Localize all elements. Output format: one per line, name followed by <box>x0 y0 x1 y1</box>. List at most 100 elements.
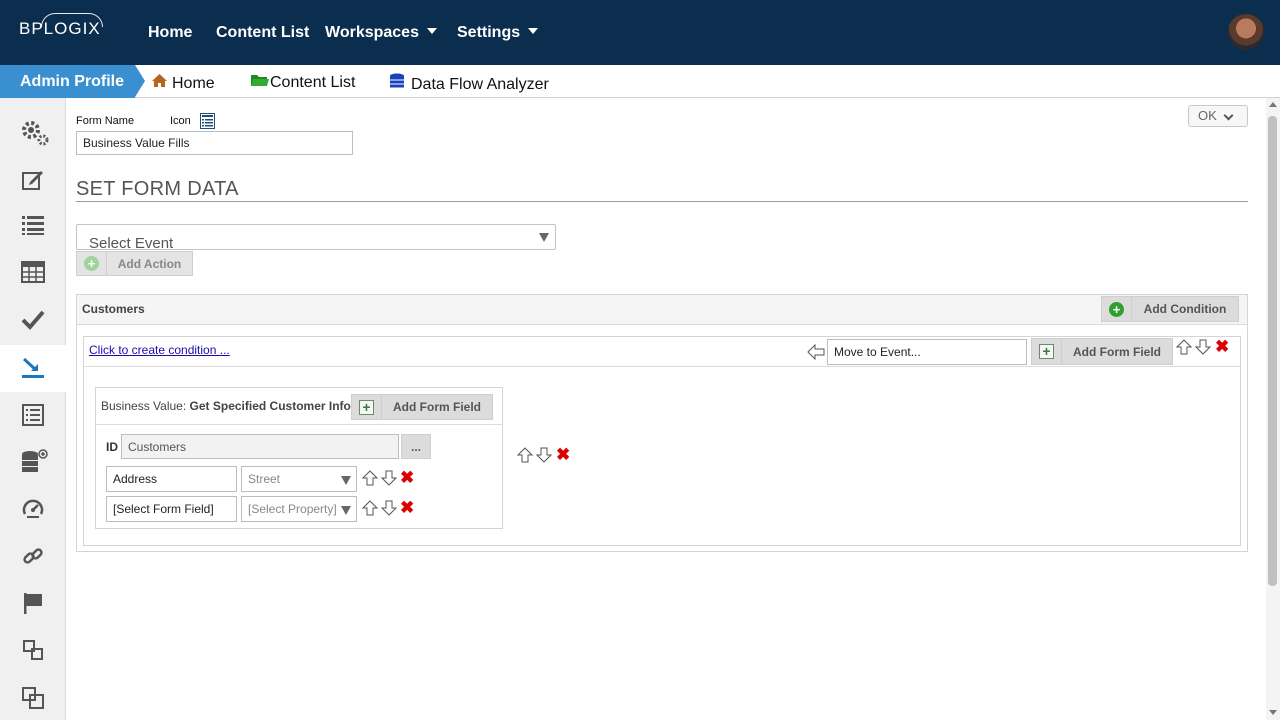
create-condition-link[interactable]: Click to create condition ... <box>89 343 230 357</box>
breadcrumb-data-flow-label: Data Flow Analyzer <box>411 76 549 93</box>
bv-move-down-arrow-icon[interactable] <box>535 447 553 463</box>
logo-arc <box>41 13 103 27</box>
nav-workspaces[interactable]: Workspaces <box>325 24 437 42</box>
nav-settings[interactable]: Settings <box>457 24 539 42</box>
delete-x-icon[interactable]: ✖ <box>1215 338 1229 355</box>
dropdown-arrow-icon <box>539 233 549 242</box>
admin-profile-tab[interactable]: Admin Profile <box>0 65 145 98</box>
row-move-down-arrow-icon[interactable] <box>380 470 398 486</box>
admin-profile-label: Admin Profile <box>20 73 125 90</box>
field-address-value: Address <box>113 472 158 486</box>
bplogix-logo[interactable]: BPLOGIX <box>19 13 103 39</box>
add-form-field-label: Add Form Field <box>1073 344 1161 359</box>
business-value-name: Get Specified Customer Info <box>189 399 351 413</box>
add-condition-button[interactable]: + Add Condition <box>1101 296 1239 322</box>
select-event-placeholder: Select Event <box>89 235 174 250</box>
plus-circle-icon: + <box>1109 301 1124 317</box>
business-value-title: Business Value: Get Specified Customer I… <box>101 399 351 413</box>
add-action-button[interactable]: + Add Action <box>76 251 193 276</box>
link-icon[interactable] <box>20 544 46 570</box>
form-name-input[interactable]: Business Value Fills <box>76 131 353 155</box>
database-icon <box>389 73 405 94</box>
add-condition-label: Add Condition <box>1143 302 1227 316</box>
add-action-icon-box: + <box>77 252 107 275</box>
chevron-down-icon <box>426 27 437 34</box>
row-move-down-arrow-icon[interactable] <box>380 500 398 516</box>
property-street-value: Street <box>248 472 281 486</box>
browse-button-label: ... <box>410 439 421 454</box>
field-select-form-field[interactable]: [Select Form Field] <box>106 496 237 522</box>
top-navigation-bar: BPLOGIX Home Content List Workspaces Set… <box>0 0 1280 65</box>
sidebar <box>0 98 66 720</box>
scroll-up-arrow-icon[interactable] <box>1269 102 1277 107</box>
plus-box-icon: + <box>1039 344 1054 359</box>
plus-circle-icon: + <box>84 256 99 271</box>
id-label: ID <box>106 440 118 454</box>
add-condition-icon-box: + <box>1102 297 1132 321</box>
move-up-arrow-icon[interactable] <box>1175 339 1193 355</box>
nav-home-label: Home <box>148 24 193 41</box>
list-icon[interactable] <box>20 214 46 240</box>
scroll-thumb[interactable] <box>1268 116 1277 586</box>
flag-icon[interactable] <box>20 591 46 617</box>
move-to-event-input[interactable]: Move to Event... <box>827 339 1027 365</box>
add-form-field-button[interactable]: + Add Form Field <box>1031 338 1173 365</box>
property-select-street[interactable]: Street <box>241 466 357 492</box>
nav-home[interactable]: Home <box>148 24 192 42</box>
property-select-property[interactable]: [Select Property] <box>241 496 357 522</box>
move-to-event-placeholder: Move to Event... <box>834 345 921 359</box>
move-down-arrow-icon[interactable] <box>1194 339 1212 355</box>
vertical-scrollbar[interactable] <box>1266 98 1280 720</box>
dashboard-icon[interactable] <box>20 497 46 523</box>
bv-add-form-field-icon-box: + <box>352 395 382 419</box>
database-add-icon[interactable] <box>20 449 48 475</box>
select-event-dropdown[interactable]: Select Event <box>76 224 556 250</box>
breadcrumb-content-list-label: Content List <box>270 74 356 91</box>
dropdown-arrow-icon <box>341 476 351 485</box>
bv-add-form-field-button[interactable]: + Add Form Field <box>351 394 493 420</box>
scroll-down-arrow-icon[interactable] <box>1269 710 1277 715</box>
bv-delete-x-icon[interactable]: ✖ <box>556 446 570 463</box>
user-avatar[interactable] <box>1226 12 1266 52</box>
home-icon <box>151 73 168 93</box>
chevron-down-icon <box>1223 110 1234 121</box>
page-title: SET FORM DATA <box>76 178 239 200</box>
breadcrumb-home[interactable]: Home <box>151 73 215 93</box>
breadcrumb: Admin Profile Home Content List Data Flo… <box>0 65 1280 98</box>
split-icon[interactable] <box>20 638 46 664</box>
edit-icon[interactable] <box>20 168 46 194</box>
row-move-up-arrow-icon[interactable] <box>361 470 379 486</box>
form-name-value: Business Value Fills <box>83 136 190 150</box>
field-select-address[interactable]: Address <box>106 466 237 492</box>
add-action-label: Add Action <box>117 256 182 271</box>
import-icon[interactable] <box>20 356 46 382</box>
id-value: Customers <box>128 439 187 454</box>
plus-box-icon: + <box>359 399 374 415</box>
section-divider <box>76 201 1248 202</box>
table-icon[interactable] <box>20 260 46 286</box>
add-form-field-icon-box: + <box>1032 339 1062 364</box>
form-name-label: Form Name <box>76 115 135 127</box>
copy-icon[interactable] <box>20 686 46 712</box>
breadcrumb-content-list[interactable]: Content List <box>250 73 355 92</box>
condition-divider <box>84 366 1240 367</box>
business-value-divider <box>96 424 502 425</box>
row-delete-x-icon[interactable]: ✖ <box>400 469 414 486</box>
nav-content-list-label: Content List <box>216 24 310 41</box>
row-delete-x-icon[interactable]: ✖ <box>400 499 414 516</box>
id-input[interactable]: Customers <box>121 434 399 459</box>
chevron-down-icon <box>528 27 539 34</box>
bv-move-up-arrow-icon[interactable] <box>516 447 534 463</box>
field-select-value: [Select Form Field] <box>113 502 214 516</box>
row-move-up-arrow-icon[interactable] <box>361 500 379 516</box>
browse-button[interactable]: ... <box>401 434 431 459</box>
breadcrumb-data-flow-analyzer[interactable]: Data Flow Analyzer <box>389 73 549 94</box>
check-icon[interactable] <box>20 308 46 334</box>
ok-button[interactable]: OK <box>1188 105 1248 127</box>
nav-settings-label: Settings <box>457 24 521 41</box>
breadcrumb-home-label: Home <box>172 75 215 92</box>
gears-icon[interactable] <box>20 119 49 146</box>
form-list-icon[interactable] <box>20 403 46 429</box>
move-left-arrow-icon[interactable] <box>807 343 825 365</box>
nav-content-list[interactable]: Content List <box>216 24 309 42</box>
